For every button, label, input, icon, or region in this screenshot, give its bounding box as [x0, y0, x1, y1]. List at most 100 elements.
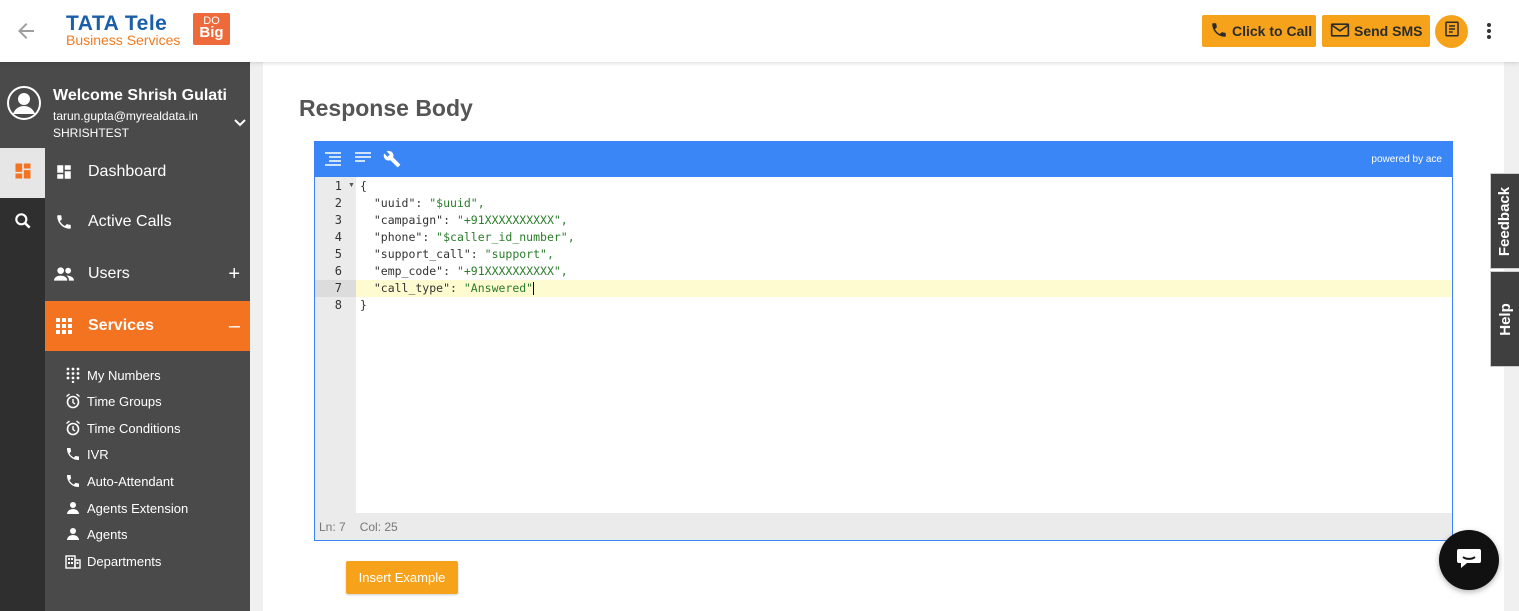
- sidebar: Welcome Shrish Gulati tarun.gupta@myreal…: [0, 62, 250, 611]
- search-icon: [13, 211, 33, 236]
- send-sms-label: Send SMS: [1354, 23, 1423, 39]
- sidebar-sub-ivr[interactable]: IVR: [65, 441, 109, 467]
- line-number-active: 7: [315, 280, 356, 297]
- code-line: {: [360, 179, 367, 193]
- page-title: Response Body: [299, 95, 473, 121]
- sidebar-item-services[interactable]: Services –: [45, 301, 250, 351]
- dialpad-icon: [65, 367, 81, 383]
- status-line: Ln: 7: [319, 519, 346, 534]
- phone-icon: [1210, 21, 1228, 42]
- welcome-text: Welcome Shrish Gulati: [53, 87, 227, 104]
- help-tab[interactable]: Help: [1490, 271, 1519, 367]
- fold-arrow-icon[interactable]: ▼: [348, 182, 355, 189]
- notes-icon: [1443, 20, 1461, 43]
- sidebar-sub-label: Auto-Attendant: [87, 473, 174, 489]
- sidebar-sub-my-numbers[interactable]: My Numbers: [65, 362, 161, 388]
- click-to-call-button[interactable]: Click to Call: [1202, 15, 1316, 47]
- feedback-tab-label: Feedback: [1496, 186, 1514, 256]
- editor-gutter: 1 ▼ 2 3 4 5 6 7 8: [315, 177, 356, 513]
- sidebar-sub-departments[interactable]: Departments: [65, 548, 161, 574]
- users-icon: [53, 263, 75, 285]
- code-text-area[interactable]: { "uuid": "$uuid", "campaign": "+91XXXXX…: [356, 177, 1452, 513]
- send-sms-button[interactable]: Send SMS: [1322, 15, 1430, 47]
- click-to-call-label: Click to Call: [1232, 23, 1313, 39]
- avatar-icon: [6, 85, 42, 121]
- sidebar-item-label: Services: [88, 317, 154, 334]
- sidebar-sub-time-groups[interactable]: Time Groups: [65, 388, 162, 414]
- sidebar-sub-label: Agents: [87, 526, 128, 542]
- main-content: Response Body powered by ace 1 ▼ 2 3 4 5…: [263, 62, 1504, 611]
- sidebar-item-active-calls[interactable]: Active Calls: [45, 197, 250, 247]
- code-editor[interactable]: powered by ace 1 ▼ 2 3 4 5 6 7 8 { "uuid…: [314, 141, 1453, 541]
- line-number: 8: [334, 298, 342, 312]
- code-line: "emp_code": "+91XXXXXXXXXX",: [360, 264, 568, 278]
- dashboard-icon: [53, 161, 75, 183]
- feedback-tab[interactable]: Feedback: [1490, 173, 1519, 269]
- insert-example-button[interactable]: Insert Example: [346, 561, 458, 594]
- sidebar-sub-auto-attendant[interactable]: Auto-Attendant: [65, 468, 174, 494]
- sidebar-sub-label: IVR: [87, 446, 109, 462]
- line-number: 6: [334, 264, 342, 278]
- text-cursor: [533, 282, 535, 295]
- mail-icon: [1330, 22, 1350, 41]
- user-panel[interactable]: Welcome Shrish Gulati tarun.gupta@myreal…: [0, 62, 250, 148]
- user-email: tarun.gupta@myrealdata.in: [53, 109, 198, 123]
- more-menu-icon[interactable]: [1480, 20, 1498, 42]
- sidebar-item-label: Users: [88, 265, 130, 282]
- notes-button[interactable]: [1435, 15, 1468, 48]
- sidebar-item-label: Dashboard: [88, 163, 167, 180]
- format-icon[interactable]: [323, 150, 343, 168]
- chevron-down-icon[interactable]: [233, 116, 247, 130]
- code-line: "campaign": "+91XXXXXXXXXX",: [360, 213, 568, 227]
- line-number: 3: [334, 213, 342, 227]
- collapse-icon[interactable]: –: [229, 315, 240, 338]
- sidebar-sub-label: Agents Extension: [87, 500, 189, 516]
- editor-toolbar: powered by ace: [315, 142, 1452, 177]
- sidebar-sub-label: My Numbers: [87, 367, 161, 383]
- help-tab-label: Help: [1496, 302, 1514, 336]
- chat-button[interactable]: [1439, 530, 1499, 590]
- line-number: 1: [334, 179, 342, 193]
- compact-icon[interactable]: [353, 150, 373, 168]
- code-line: }: [360, 298, 367, 312]
- sidebar-sub-agents[interactable]: Agents: [65, 521, 127, 547]
- phone-forward-icon: [65, 473, 81, 489]
- user-org: SHRISHTEST: [53, 126, 130, 140]
- person-icon: [65, 526, 81, 542]
- code-line: "phone": "$caller_id_number",: [360, 230, 575, 244]
- dashboard-icon: [13, 161, 33, 186]
- alarm-icon: [65, 420, 81, 436]
- top-bar: TATA Tele Business Services DO Big Click…: [0, 0, 1519, 62]
- chat-bubble-icon: [1455, 546, 1483, 575]
- logo-badge: DO Big: [193, 13, 230, 45]
- line-number: 4: [334, 230, 342, 244]
- line-number: 5: [334, 247, 342, 261]
- phone-forward-icon: [65, 446, 81, 462]
- logo-subtitle: Business Services: [66, 32, 181, 48]
- phone-icon: [53, 211, 75, 233]
- wrench-icon[interactable]: [383, 150, 403, 168]
- alarm-icon: [65, 393, 81, 409]
- rail-dashboard-button[interactable]: [0, 148, 45, 198]
- sidebar-item-dashboard[interactable]: Dashboard: [45, 147, 250, 197]
- sidebar-item-label: Active Calls: [88, 213, 172, 230]
- apps-grid-icon: [53, 315, 75, 337]
- line-number: 2: [334, 196, 342, 210]
- status-column: Col: 25: [359, 519, 398, 534]
- code-line: "support_call": "support",: [360, 247, 554, 261]
- person-icon: [65, 500, 81, 516]
- sidebar-sub-agents-extension[interactable]: Agents Extension: [65, 495, 188, 521]
- back-arrow-icon[interactable]: [14, 19, 38, 43]
- powered-by-text: powered by ace: [1371, 154, 1442, 165]
- sidebar-sub-label: Time Groups: [87, 393, 162, 409]
- sidebar-sub-time-conditions[interactable]: Time Conditions: [65, 415, 180, 441]
- expand-icon[interactable]: +: [228, 263, 240, 286]
- code-line-active: "call_type": "Answered": [356, 280, 1452, 297]
- code-line: "uuid": "$uuid",: [360, 196, 485, 210]
- sidebar-item-users[interactable]: Users +: [45, 249, 250, 299]
- editor-status-bar: Ln: 7 Col: 25: [315, 513, 1452, 540]
- building-icon: [65, 553, 81, 569]
- rail-search-button[interactable]: [0, 198, 45, 248]
- sidebar-sub-label: Time Conditions: [87, 420, 181, 436]
- sidebar-sub-label: Departments: [87, 553, 162, 569]
